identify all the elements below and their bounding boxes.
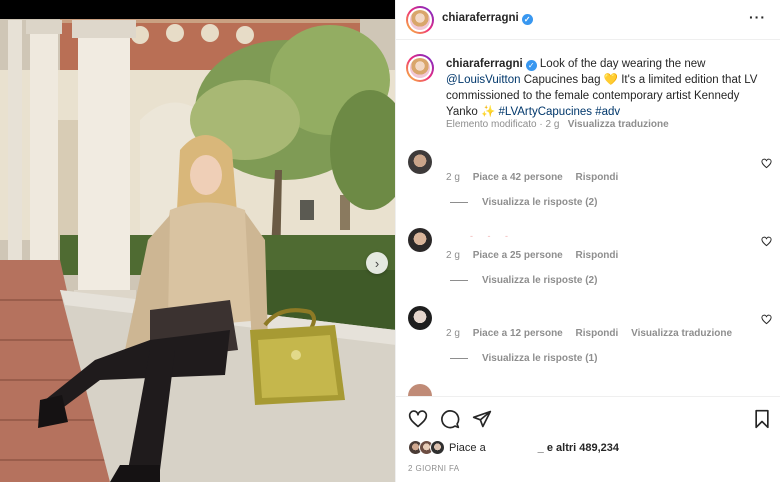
next-image-button[interactable]: › xyxy=(366,252,388,274)
reply-button[interactable]: Rispondi xyxy=(576,172,619,183)
caption-translate-button[interactable]: Visualizza traduzione xyxy=(568,119,669,130)
caption-text: chiaraferragni ✓ Look of the day wearing … xyxy=(446,56,764,120)
comment-time[interactable]: 2 g xyxy=(446,172,460,183)
comment-meta: 2 g Piace a 12 persone Rispondi Visualiz… xyxy=(446,328,742,339)
likes-count[interactable]: 489,234 xyxy=(579,442,619,454)
header-username-row[interactable]: chiaraferragni ✓ xyxy=(442,12,533,25)
caption-part-1: Look of the day wearing the new xyxy=(539,58,706,70)
yellow-heart-emoji-icon: 💛 xyxy=(603,74,619,86)
likes-text: Piace a _ e altri 489,234 xyxy=(449,442,619,454)
comment-meta: 2 g Piace a 42 persone Rispondi xyxy=(446,172,628,183)
replies-line xyxy=(450,279,468,281)
view-replies-button[interactable]: Visualizza le risposte (2) xyxy=(450,197,597,208)
comment-time[interactable]: 2 g xyxy=(446,328,460,339)
reply-button[interactable]: Rispondi xyxy=(576,250,619,261)
reply-button[interactable]: Rispondi xyxy=(576,328,619,339)
more-options-icon[interactable]: ··· xyxy=(749,9,766,25)
caption-part-2: Capucines bag xyxy=(523,74,601,86)
top-black-bar xyxy=(0,0,395,19)
like-comment-heart-icon[interactable] xyxy=(761,236,772,247)
post-date[interactable]: 2 GIORNI FA xyxy=(408,464,460,473)
comment-translate-button[interactable]: Visualizza traduzione xyxy=(631,328,732,339)
likes-prefix: Piace a xyxy=(449,442,486,454)
post-side-panel: chiaraferragni ✓ ··· chiaraferragni ✓ Look… xyxy=(396,0,780,482)
caption-meta: Elemento modificato · 2 g Visualizza tra… xyxy=(446,119,669,130)
verified-badge-icon: ✓ xyxy=(525,60,537,71)
sparkles-emoji-icon: ✨ xyxy=(480,106,496,118)
view-replies-button[interactable]: Visualizza le risposte (2) xyxy=(450,275,597,286)
author-avatar[interactable] xyxy=(406,6,434,34)
mention-link[interactable]: @LouisVuitton xyxy=(446,74,521,86)
post-header: chiaraferragni ✓ ··· xyxy=(396,0,780,40)
view-replies-button[interactable]: Visualizza le risposte (1) xyxy=(450,353,597,364)
like-heart-icon[interactable] xyxy=(408,409,428,429)
edited-label: Elemento modificato xyxy=(446,119,537,130)
header-username[interactable]: chiaraferragni xyxy=(442,12,519,24)
comment-time[interactable]: 2 g xyxy=(446,250,460,261)
like-comment-heart-icon[interactable] xyxy=(761,314,772,325)
instagram-post: › chiaraferragni ✓ ··· chiaraferragni ✓ Lo… xyxy=(0,0,780,482)
share-paper-plane-icon[interactable] xyxy=(472,409,492,429)
hashtag-link-1[interactable]: #LVArtyCapucines xyxy=(499,106,593,118)
hashtag-link-2[interactable]: #adv xyxy=(595,106,620,118)
save-bookmark-icon[interactable] xyxy=(752,409,772,429)
view-replies-label: Visualizza le risposte (2) xyxy=(482,275,598,286)
caption-username[interactable]: chiaraferragni xyxy=(446,58,523,70)
comment-likes[interactable]: Piace a 42 persone xyxy=(473,172,563,183)
verified-badge-icon: ✓ xyxy=(521,14,533,25)
comment-bubble-icon[interactable] xyxy=(440,409,460,429)
replies-line xyxy=(450,201,468,203)
liker-avatar xyxy=(430,440,445,455)
view-replies-label: Visualizza le risposte (2) xyxy=(482,197,598,208)
redacted-comment-text: - - - xyxy=(470,231,514,241)
commenter-avatar[interactable] xyxy=(408,384,432,396)
post-photo[interactable]: › xyxy=(0,0,396,482)
photo-illustration xyxy=(0,0,395,482)
like-comment-heart-icon[interactable] xyxy=(761,158,772,169)
view-replies-label: Visualizza le risposte (1) xyxy=(482,353,598,364)
comment-likes[interactable]: Piace a 25 persone xyxy=(473,250,563,261)
commenter-avatar[interactable] xyxy=(408,150,432,174)
post-actions-bar xyxy=(396,396,780,438)
caption-time[interactable]: 2 g xyxy=(546,119,560,130)
commenter-avatar[interactable] xyxy=(408,306,432,330)
likes-suffix[interactable]: _ e altri xyxy=(538,442,577,454)
comment-meta: 2 g Piace a 25 persone Rispondi xyxy=(446,250,628,261)
caption-avatar[interactable] xyxy=(406,54,434,82)
replies-line xyxy=(450,357,468,359)
commenter-avatar[interactable] xyxy=(408,228,432,252)
chevron-right-icon: › xyxy=(374,255,380,271)
comment-likes[interactable]: Piace a 12 persone xyxy=(473,328,563,339)
